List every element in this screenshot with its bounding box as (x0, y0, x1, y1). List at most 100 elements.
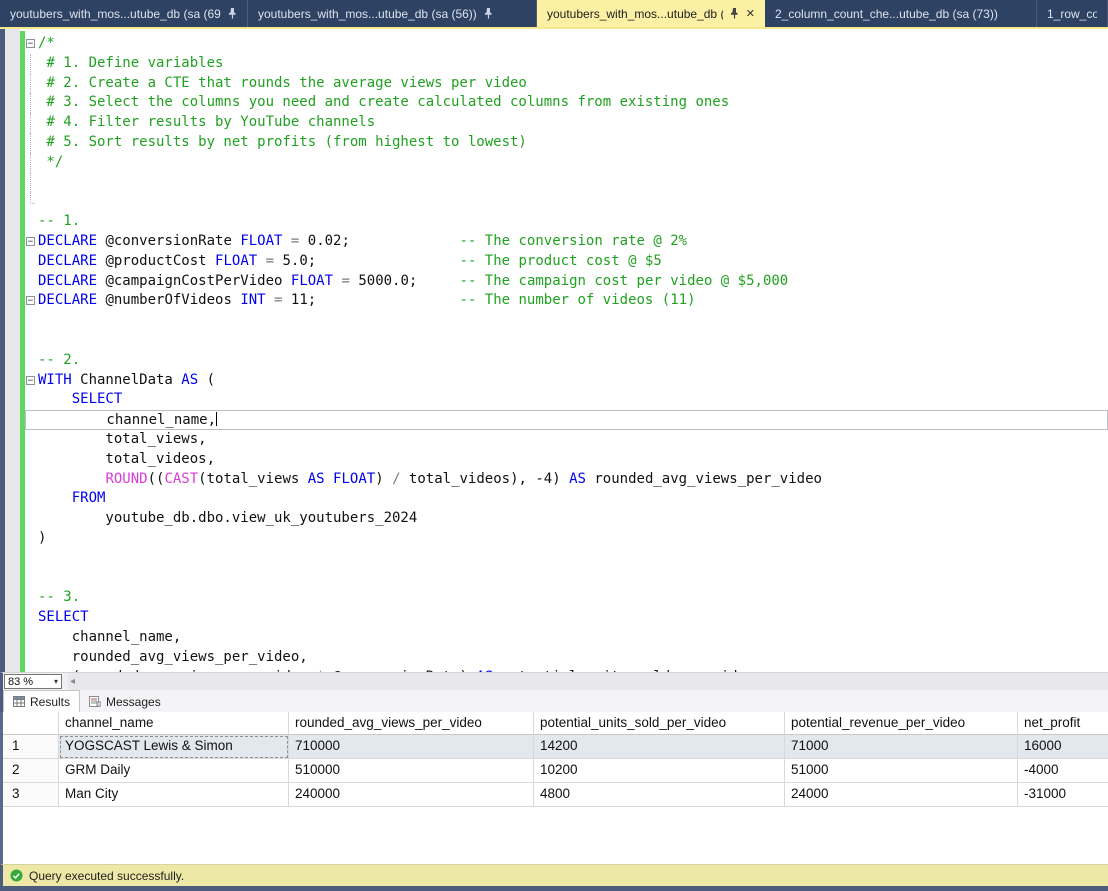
fold-margin (25, 212, 38, 232)
fold-margin[interactable]: − (25, 232, 38, 252)
fold-margin (25, 390, 38, 410)
code-line: DECLARE @productCost FLOAT = 5.0; -- The… (25, 252, 1108, 272)
success-check-icon (10, 869, 23, 882)
code-line: total_videos, (25, 450, 1108, 470)
code-text: # 4. Filter results by YouTube channels (38, 113, 1108, 133)
tab-results[interactable]: Results (3, 690, 80, 712)
editor-zoom-select[interactable]: 83 % ▾ (4, 674, 62, 689)
code-text: total_videos, (38, 450, 1108, 470)
fold-margin[interactable]: − (25, 34, 38, 54)
fold-margin (25, 133, 38, 153)
table-row: 1YOGSCAST Lewis & Simon71000014200710001… (3, 735, 1108, 759)
fold-margin (25, 648, 38, 668)
grid-row-number[interactable]: 3 (3, 783, 59, 807)
document-tab-3[interactable]: youtubers_with_mos...utube_db (sa (55)) ✕ (537, 0, 765, 27)
grid-column-header[interactable]: potential_revenue_per_video (785, 712, 1018, 735)
scroll-left-icon[interactable]: ◂ (70, 676, 75, 687)
editor-indicator-margin (5, 29, 20, 672)
document-tab-1[interactable]: youtubers_with_mos...utube_db (sa (69)) (0, 0, 248, 27)
pin-icon[interactable] (484, 8, 493, 19)
code-line: -- 3. (25, 588, 1108, 608)
code-line (25, 192, 1108, 212)
fold-margin (25, 311, 38, 331)
grid-cell[interactable]: 24000 (785, 783, 1018, 807)
document-tab-4[interactable]: 2_column_count_che...utube_db (sa (73)) (765, 0, 1037, 27)
grid-cell[interactable]: 4800 (534, 783, 785, 807)
code-line: −DECLARE @numberOfVideos INT = 11; -- Th… (25, 291, 1108, 311)
code-line: youtube_db.dbo.view_uk_youtubers_2024 (25, 509, 1108, 529)
horizontal-scrollbar[interactable]: ◂ (68, 673, 1108, 690)
code-text: # 3. Select the columns you need and cre… (38, 93, 1108, 113)
code-text: -- 1. (38, 212, 1108, 232)
fold-margin[interactable]: − (25, 371, 38, 391)
window-bottom-edge (0, 886, 1108, 891)
fold-margin (25, 74, 38, 94)
grid-cell[interactable]: -4000 (1018, 759, 1108, 783)
grid-cell[interactable]: 16000 (1018, 735, 1108, 759)
fold-margin (25, 628, 38, 648)
fold-margin (25, 549, 38, 569)
fold-margin (25, 192, 38, 212)
collapse-minus-icon[interactable]: − (26, 296, 35, 305)
collapse-minus-icon[interactable]: − (26, 39, 35, 48)
code-line: ROUND((CAST(total_views AS FLOAT) / tota… (25, 470, 1108, 490)
grid-cell[interactable]: 71000 (785, 735, 1018, 759)
document-tab-label: youtubers_with_mos...utube_db (sa (55)) (547, 7, 723, 21)
fold-margin (25, 450, 38, 470)
grid-column-header[interactable]: channel_name (59, 712, 289, 735)
code-text: # 1. Define variables (38, 54, 1108, 74)
code-line: DECLARE @campaignCostPerVideo FLOAT = 50… (25, 272, 1108, 292)
fold-margin (25, 153, 38, 173)
tab-messages[interactable]: Messages (80, 691, 170, 712)
sql-editor[interactable]: −/* # 1. Define variables # 2. Create a … (0, 29, 1108, 672)
document-tab-2[interactable]: youtubers_with_mos...utube_db (sa (56)) (248, 0, 537, 27)
fold-margin (25, 351, 38, 371)
pin-icon[interactable] (228, 8, 237, 19)
editor-bottom-bar: 83 % ▾ ◂ (0, 672, 1108, 690)
fold-margin (25, 54, 38, 74)
code-line (25, 569, 1108, 589)
grid-column-header[interactable]: rounded_avg_views_per_video (289, 712, 534, 735)
document-tab-label: youtubers_with_mos...utube_db (sa (56)) (258, 7, 477, 21)
code-line: total_views, (25, 430, 1108, 450)
grid-cell[interactable]: 710000 (289, 735, 534, 759)
code-line (25, 311, 1108, 331)
code-line: channel_name, (25, 628, 1108, 648)
results-grid-icon (13, 696, 25, 707)
fold-margin[interactable]: − (25, 291, 38, 311)
pin-icon[interactable] (730, 8, 739, 19)
code-line (25, 173, 1108, 193)
grid-cell[interactable]: 14200 (534, 735, 785, 759)
code-line: −WITH ChannelData AS ( (25, 371, 1108, 391)
fold-margin (25, 569, 38, 589)
grid-cell[interactable]: GRM Daily (59, 759, 289, 783)
close-icon[interactable]: ✕ (746, 7, 755, 20)
code-text: FROM (38, 489, 1108, 509)
grid-cell[interactable]: Man City (59, 783, 289, 807)
table-row: 3Man City240000480024000-31000 (3, 783, 1108, 807)
code-line: # 2. Create a CTE that rounds the averag… (25, 74, 1108, 94)
grid-cell[interactable]: 51000 (785, 759, 1018, 783)
grid-cell[interactable]: -31000 (1018, 783, 1108, 807)
code-text (38, 192, 1108, 212)
collapse-minus-icon[interactable]: − (26, 376, 35, 385)
grid-row-number[interactable]: 1 (3, 735, 59, 759)
fold-margin (25, 588, 38, 608)
document-tab-label: 1_row_co (1047, 7, 1097, 21)
document-tab-5[interactable]: 1_row_co (1037, 0, 1108, 27)
grid-cell[interactable]: 510000 (289, 759, 534, 783)
code-line (25, 549, 1108, 569)
chevron-down-icon: ▾ (54, 677, 58, 686)
grid-cell[interactable]: 240000 (289, 783, 534, 807)
collapse-minus-icon[interactable]: − (26, 237, 35, 246)
code-text: # 2. Create a CTE that rounds the averag… (38, 74, 1108, 94)
grid-cell[interactable]: YOGSCAST Lewis & Simon (59, 735, 289, 759)
grid-column-header[interactable]: potential_units_sold_per_video (534, 712, 785, 735)
fold-margin (25, 331, 38, 351)
fold-margin (25, 529, 38, 549)
grid-cell[interactable]: 10200 (534, 759, 785, 783)
grid-column-header[interactable]: net_profit (1018, 712, 1108, 735)
code-text: WITH ChannelData AS ( (38, 371, 1108, 391)
grid-row-number[interactable]: 2 (3, 759, 59, 783)
code-area[interactable]: −/* # 1. Define variables # 2. Create a … (25, 29, 1108, 672)
